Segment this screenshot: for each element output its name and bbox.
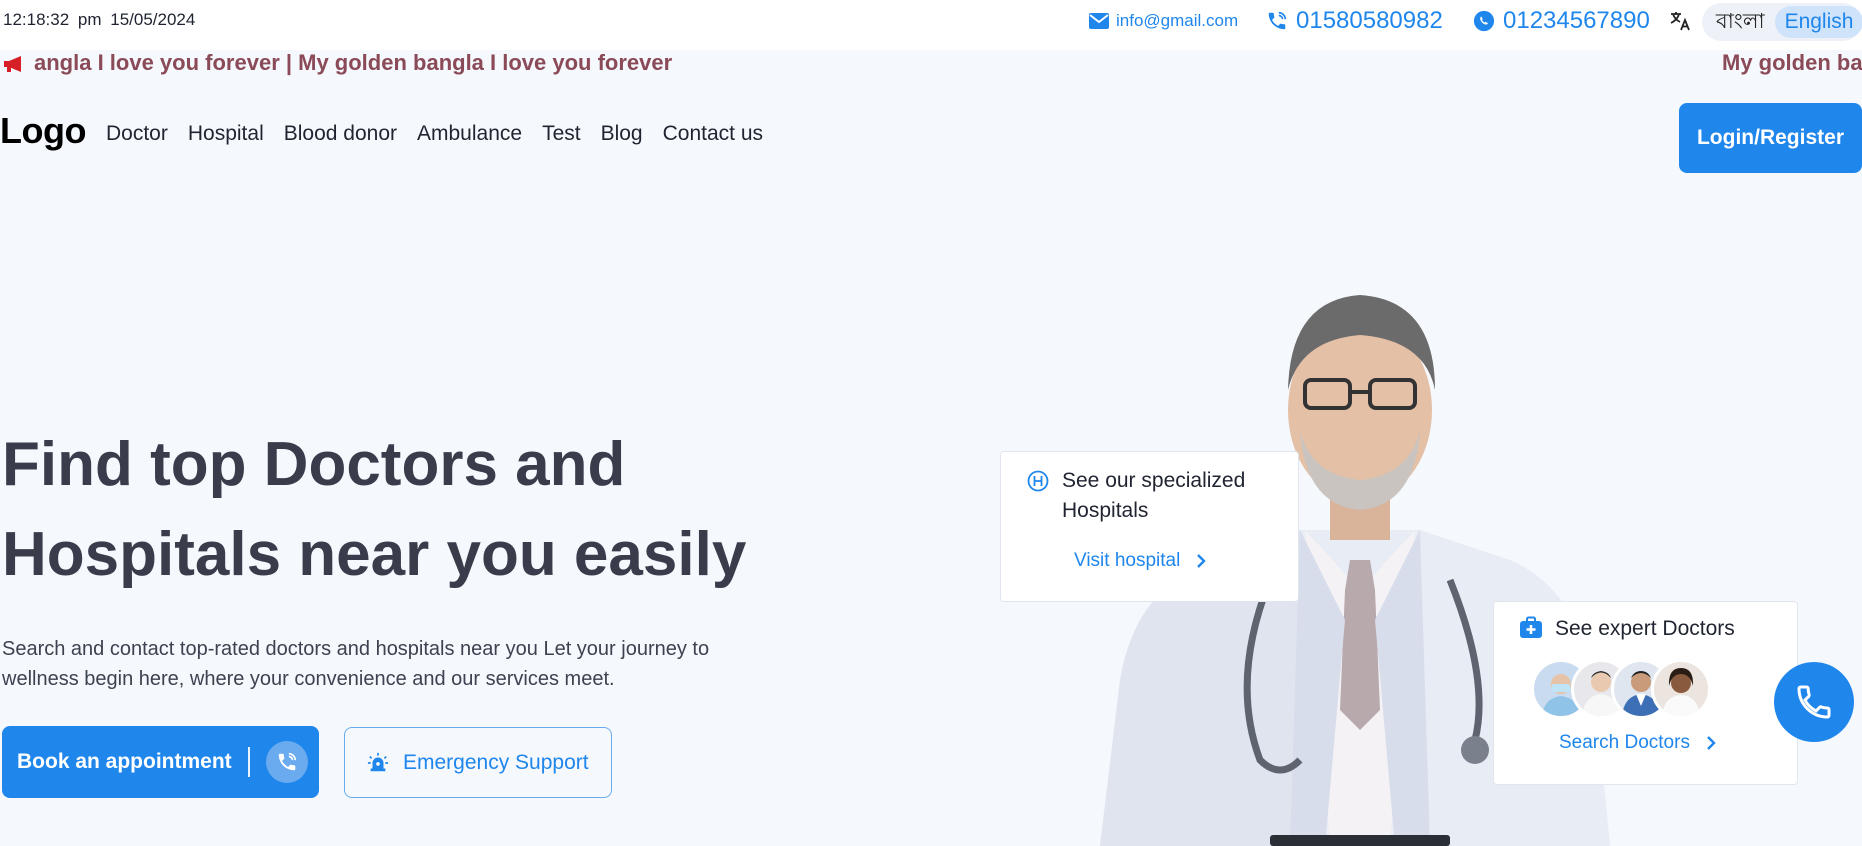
medical-kit-icon xyxy=(1520,616,1542,638)
doctors-card-title: See expert Doctors xyxy=(1555,617,1735,640)
lang-english[interactable]: English xyxy=(1774,6,1862,38)
nav-blood-donor[interactable]: Blood donor xyxy=(284,122,397,146)
hospital-card: See our specialized Hospitals Visit hosp… xyxy=(1000,451,1299,602)
doctor-avatars xyxy=(1531,659,1711,719)
search-doctors-link[interactable]: Search Doctors xyxy=(1559,732,1716,754)
phone-call-icon xyxy=(265,741,308,783)
whatsapp-link[interactable]: 01234567890 xyxy=(1473,0,1650,42)
chevron-right-icon xyxy=(1197,554,1207,568)
siren-icon xyxy=(367,752,389,771)
language-toggle[interactable]: বাংলা English xyxy=(1702,3,1862,41)
date-time: 12:18:32 pm 15/05/2024 xyxy=(3,10,195,30)
nav-contact-us[interactable]: Contact us xyxy=(663,122,763,146)
nav-ambulance[interactable]: Ambulance xyxy=(417,122,522,146)
top-bar: 12:18:32 pm 15/05/2024 info@gmail.com 01… xyxy=(0,0,1862,50)
visit-hospital-link[interactable]: Visit hospital xyxy=(1074,550,1207,572)
avatar xyxy=(1651,659,1711,719)
nav-blog[interactable]: Blog xyxy=(601,122,643,146)
phone-link[interactable]: 01580580982 xyxy=(1266,0,1443,42)
megaphone-icon xyxy=(4,56,21,72)
whatsapp-number: 01234567890 xyxy=(1503,7,1650,34)
login-register-button[interactable]: Login/Register xyxy=(1679,103,1862,173)
hero-title: Find top Doctors and Hospitals near you … xyxy=(2,420,802,600)
main-nav: Doctor Hospital Blood donor Ambulance Te… xyxy=(106,122,763,146)
doctors-card: See expert Doctors Search Doctors xyxy=(1493,601,1798,785)
marquee-text-repeat: My golden ba xyxy=(1722,50,1862,75)
hero-title-line-1: Find top Doctors and xyxy=(2,430,626,499)
floating-call-button[interactable] xyxy=(1774,662,1854,742)
chevron-right-icon xyxy=(1707,736,1716,750)
translate-icon[interactable] xyxy=(1668,9,1692,33)
hero-description-line-1: Search and contact top-rated doctors and… xyxy=(2,638,710,660)
nav-hospital[interactable]: Hospital xyxy=(188,122,264,146)
search-doctors-label: Search Doctors xyxy=(1559,732,1690,753)
mail-icon xyxy=(1089,13,1109,29)
visit-hospital-label: Visit hospital xyxy=(1074,550,1181,571)
book-appointment-label: Book an appointment xyxy=(17,750,232,773)
marquee-text: angla I love you forever | My golden ban… xyxy=(34,50,673,75)
hero-description-line-2: wellness begin here, where your convenie… xyxy=(2,668,615,690)
hero-description: Search and contact top-rated doctors and… xyxy=(2,634,772,694)
button-divider xyxy=(247,747,250,777)
phone-call-icon xyxy=(1268,11,1287,30)
hero-title-line-2: Hospitals near you easily xyxy=(2,520,747,589)
lang-bangla[interactable]: বাংলা xyxy=(1706,1,1775,44)
nav-test[interactable]: Test xyxy=(542,122,581,146)
email-link[interactable]: info@gmail.com xyxy=(1089,0,1238,42)
hospital-card-title: See our specialized Hospitals xyxy=(1062,469,1246,522)
current-time: 12:18:32 pm xyxy=(3,10,102,29)
current-date: 15/05/2024 xyxy=(110,10,196,29)
announcement-marquee: angla I love you forever | My golden ban… xyxy=(0,50,1862,78)
phone-number: 01580580982 xyxy=(1296,7,1443,34)
hospital-h-icon xyxy=(1027,470,1049,492)
nav-doctor[interactable]: Doctor xyxy=(106,122,168,146)
phone-icon xyxy=(1797,685,1831,719)
email-text: info@gmail.com xyxy=(1116,11,1239,30)
logo[interactable]: Logo xyxy=(0,110,86,152)
book-appointment-button[interactable]: Book an appointment xyxy=(2,726,319,798)
emergency-support-label: Emergency Support xyxy=(403,750,589,774)
emergency-support-button[interactable]: Emergency Support xyxy=(344,727,612,798)
whatsapp-icon xyxy=(1473,10,1495,32)
